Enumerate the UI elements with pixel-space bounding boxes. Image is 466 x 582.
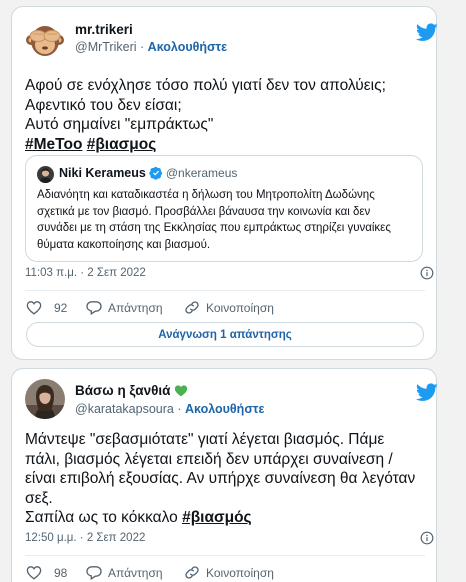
info-icon[interactable] (420, 531, 434, 545)
tweet-card-1: mr.trikeri @MrTrikeri · Ακολουθήστε Αφού… (11, 6, 438, 360)
heart-icon (26, 301, 42, 315)
reply-bubble-icon (86, 566, 102, 580)
share-link-icon (185, 566, 199, 579)
text-line: Αυτό σημαίνει "εμπράκτως" (25, 116, 214, 133)
quote-text: Αδιανόητη και καταδικαστέα η δήλωση του … (37, 187, 419, 253)
quote-line: συνάδει με τη στάση της Εκκλησίας που εμ… (37, 222, 391, 234)
twitter-bird-icon[interactable] (416, 383, 438, 402)
heart-icon (26, 566, 42, 580)
quote-avatar (37, 166, 54, 183)
quote-author-line: Niki Kerameus @nkerameus (59, 166, 237, 180)
divider (25, 290, 425, 291)
share-link-icon (185, 301, 199, 314)
like-count: 98 (54, 565, 68, 580)
quote-author-name: Niki Kerameus (59, 166, 146, 180)
share-label: Κοινοποίηση (206, 565, 274, 580)
text-line: Αφεντικό του δεν είσαι; (25, 96, 182, 114)
avatar[interactable] (25, 20, 65, 60)
reply-bubble-icon (86, 301, 102, 315)
green-heart-icon (175, 385, 188, 397)
tweet-text: Αφού σε ενόχλησε τόσο πολύ γιατί δεν τον… (25, 76, 430, 154)
monkey-see-no-evil-icon (25, 20, 65, 60)
text-line: πάλι, βιασμός λέγεται επειδή δεν υπάρχει… (25, 450, 393, 468)
read-replies-button[interactable]: Ανάγνωση 1 απάντησης (26, 322, 424, 347)
text-line: Μάντεψε "σεβασμιότατε" γιατί λέγεται βια… (25, 431, 385, 448)
quote-author-handle: @nkerameus (165, 166, 238, 180)
author-line: @MrTrikeri · Ακολουθήστε (75, 40, 227, 54)
reply-button[interactable]: Απάντηση (86, 565, 163, 580)
quote-line: Αδιανόητη και καταδικαστέα η δήλωση του … (37, 189, 375, 201)
separator: · (140, 40, 145, 54)
text-line: Αφού σε ενόχλησε τόσο πολύ γιατί δεν τον… (25, 77, 386, 94)
quote-line: σχετικά με τον βιασμό. Προσβάλλει βάναυσ… (37, 205, 371, 218)
reply-label: Απάντηση (108, 565, 163, 580)
author-handle[interactable]: @MrTrikeri (75, 40, 137, 54)
avatar[interactable] (25, 379, 65, 419)
hashtag-line: Σαπίλα ως το κόκκαλο #βιασμός (25, 508, 435, 528)
profile-photo-icon (25, 379, 65, 419)
text-line: είναι επιβολή εξουσίας. Αν υπήρχε συναίν… (25, 470, 416, 487)
tweet-text: Μάντεψε "σεβασμιότατε" γιατί λέγεται βια… (25, 430, 435, 528)
hashtag-viasmos[interactable]: #βιασμος (87, 136, 157, 153)
quoted-tweet[interactable]: Niki Kerameus @nkerameus Αδιανόητη και κ… (25, 155, 423, 262)
share-label: Κοινοποίηση (206, 300, 274, 315)
text-line-prefix: Σαπίλα ως το κόκκαλο (25, 509, 183, 526)
hashtag-metoo[interactable]: #MeToo (25, 136, 82, 153)
twitter-bird-icon[interactable] (416, 23, 438, 42)
divider (25, 555, 425, 556)
text-line: σεξ. (25, 489, 53, 507)
separator: · (177, 402, 182, 416)
timestamp[interactable]: 11:03 π.μ. · 2 Σεπ 2022 (25, 267, 146, 279)
verified-badge-icon (149, 166, 162, 180)
hashtag-viasmos[interactable]: #βιασμός (182, 509, 252, 526)
hashtag-line: #MeToo #βιασμος (25, 135, 430, 155)
follow-link[interactable]: Ακολουθήστε (148, 40, 227, 54)
like-count: 92 (54, 300, 68, 315)
author-name[interactable]: mr.trikeri (75, 22, 133, 37)
reply-button[interactable]: Απάντηση (86, 300, 163, 315)
timestamp[interactable]: 12:50 μ.μ. · 2 Σεπ 2022 (25, 532, 145, 544)
like-button[interactable]: 92 (26, 300, 67, 315)
like-button[interactable]: 98 (26, 565, 67, 580)
author-name[interactable]: Βάσω η ξανθιά (75, 383, 170, 398)
reply-label: Απάντηση (108, 300, 163, 315)
profile-photo-icon (37, 166, 54, 183)
quote-line: θύματα κακοποίησης και βιασμού. (37, 238, 211, 251)
follow-link[interactable]: Ακολουθήστε (185, 402, 264, 416)
author-handle[interactable]: @karatakapsoura (75, 402, 174, 416)
author-line: @karatakapsoura · Ακολουθήστε (75, 402, 264, 416)
share-button[interactable]: Κοινοποίηση (184, 565, 274, 580)
share-button[interactable]: Κοινοποίηση (184, 300, 274, 315)
info-icon[interactable] (420, 266, 434, 280)
author-name-line: Βάσω η ξανθιά 💚 (75, 383, 188, 398)
tweet-card-2: Βάσω η ξανθιά 💚 @karatakapsoura · Ακολου… (11, 368, 438, 582)
